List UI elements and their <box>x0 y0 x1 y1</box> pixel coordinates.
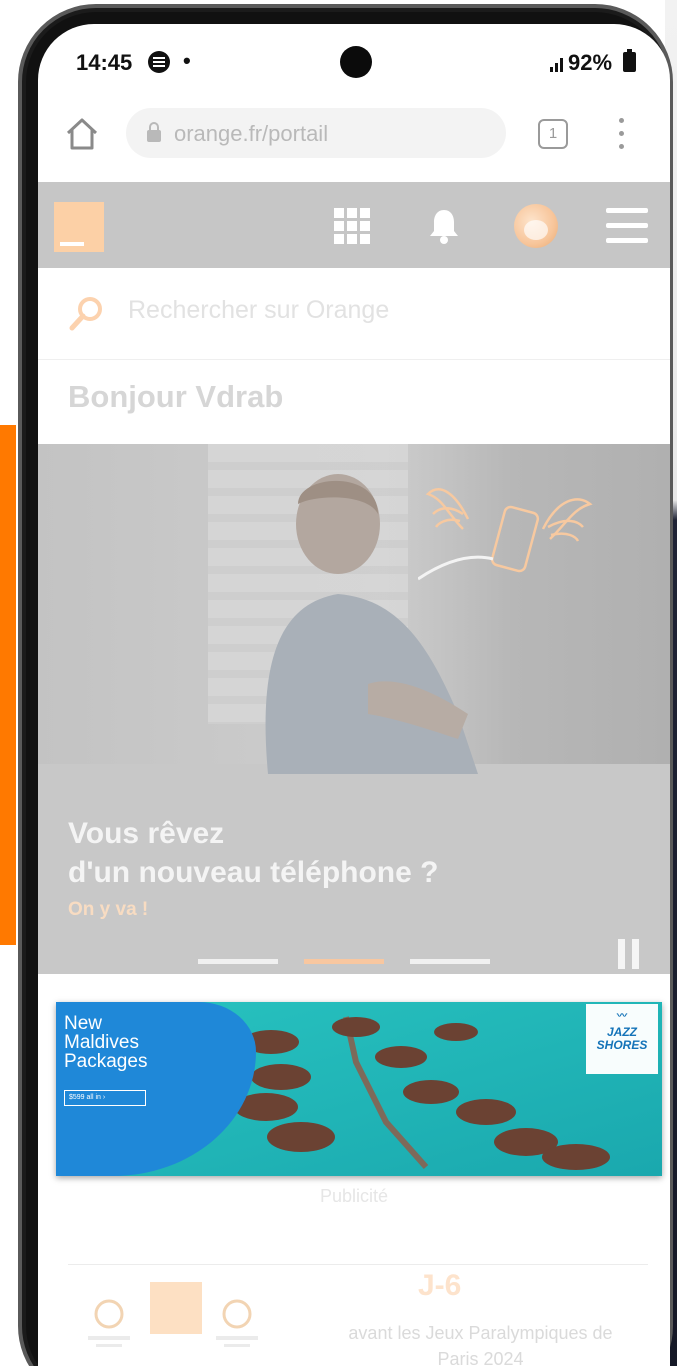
carousel-indicator-2[interactable] <box>304 959 384 964</box>
hero-carousel[interactable]: Vous rêvez d'un nouveau téléphone ? On y… <box>38 444 670 974</box>
ad-cta-button[interactable]: $599 all in › <box>64 1090 146 1106</box>
bell-icon[interactable] <box>427 206 461 246</box>
ad-headline: New Maldives Packages <box>64 1013 148 1072</box>
url-text: orange.fr/portail <box>174 121 329 146</box>
spotify-icon <box>148 51 170 73</box>
address-bar[interactable]: orange.fr/portail <box>126 108 506 158</box>
home-icon[interactable] <box>62 114 102 154</box>
paralympics-countdown-text: avant les Jeux Paralympiques de Paris 20… <box>348 1323 613 1366</box>
status-time: 14:45 <box>76 50 133 75</box>
paralympics-countdown: J-6 <box>418 1269 462 1302</box>
battery-percentage: 92% <box>568 50 613 75</box>
lock-icon <box>147 122 161 142</box>
search-icon <box>69 297 102 331</box>
search-bar <box>38 268 670 360</box>
carousel-indicator-3[interactable] <box>410 959 490 964</box>
status-bar: 14:45 • 92% <box>38 24 670 96</box>
paris-2024-olympic-logo <box>88 1299 130 1347</box>
front-camera <box>340 46 372 78</box>
signal-icon <box>550 54 570 72</box>
browser-toolbar: orange.fr/portail 1 <box>38 96 670 182</box>
carousel-indicator-1[interactable] <box>198 959 278 964</box>
battery-icon <box>623 49 636 72</box>
paris-2024-paralympic-logo <box>216 1299 258 1347</box>
winged-phone-icon <box>418 488 593 581</box>
greeting: Bonjour Vdrab <box>68 379 284 414</box>
phone-screen: 14:45 • 92% orange.fr/portail 1 Recherch… <box>38 24 670 1366</box>
browser-menu-icon[interactable] <box>616 116 626 152</box>
pause-icon[interactable] <box>618 939 640 969</box>
hero-cta-link[interactable]: On y va ! <box>68 899 148 921</box>
ad-label: Publicité <box>319 1186 389 1206</box>
orange-partner-logo <box>150 1282 202 1334</box>
search-input[interactable] <box>128 296 578 325</box>
hero-title: Vous rêvez d'un nouveau téléphone ? <box>68 817 439 889</box>
divider <box>68 1264 648 1265</box>
site-header <box>38 182 670 268</box>
status-dot: • <box>183 48 191 73</box>
ad-brand-logo: JAZZ SHORES <box>586 1004 658 1074</box>
tabs-button[interactable]: 1 <box>538 119 568 149</box>
hamburger-menu-icon[interactable] <box>606 208 648 244</box>
orange-logo[interactable] <box>54 202 104 252</box>
avatar[interactable] <box>514 204 558 248</box>
ad-banner[interactable]: New Maldives Packages $599 all in › JAZZ… <box>56 1002 662 1176</box>
orange-background-strip <box>0 425 16 945</box>
apps-grid-icon[interactable] <box>334 208 370 244</box>
